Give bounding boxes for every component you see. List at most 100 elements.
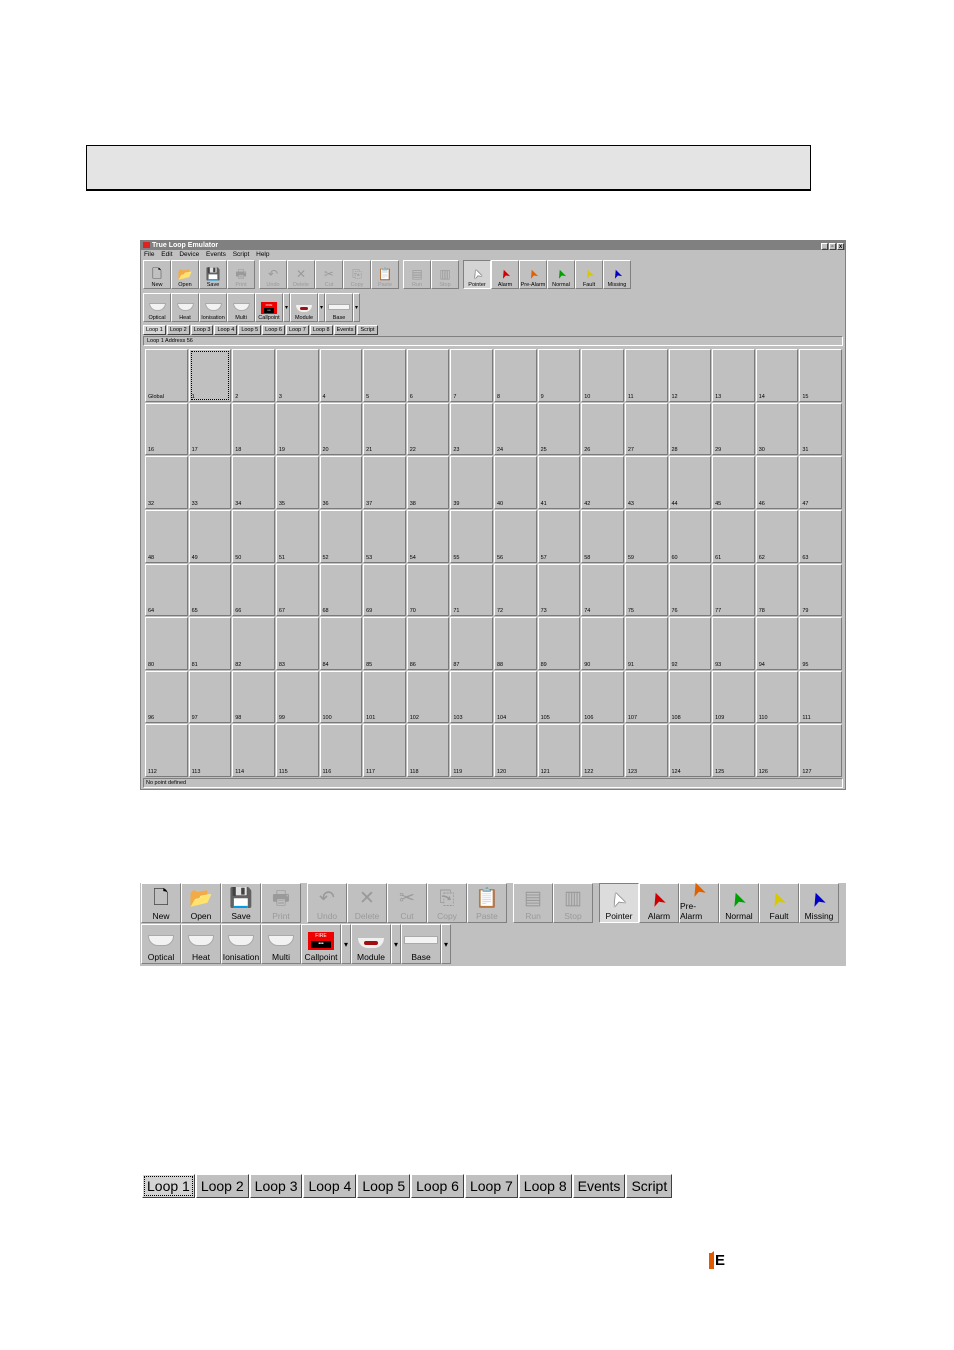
address-cell[interactable]: 25 [537, 402, 581, 456]
tab-loop-8[interactable]: Loop 8 [518, 1174, 572, 1198]
ionisation-button[interactable]: Ionisation [199, 293, 227, 322]
address-cell-global[interactable]: Global [145, 349, 188, 402]
address-cell[interactable]: 93 [712, 617, 755, 670]
address-cell[interactable]: 17 [188, 402, 232, 456]
tab-loop-1[interactable]: Loop 1 [143, 325, 166, 335]
stop-button[interactable]: ▥ Stop [553, 883, 593, 923]
base-button[interactable]: Base [401, 924, 441, 964]
tab-script[interactable]: Script [357, 325, 378, 335]
tab-events[interactable]: Events [572, 1174, 626, 1198]
address-cell[interactable]: 7 [450, 349, 493, 402]
address-cell[interactable]: 35 [275, 456, 319, 509]
optical-button[interactable]: Optical [143, 293, 171, 322]
address-cell[interactable]: 78 [755, 563, 799, 617]
address-cell[interactable]: 82 [232, 617, 275, 670]
address-cell[interactable]: 12 [668, 349, 712, 402]
address-cell[interactable]: 126 [755, 724, 799, 777]
close-button[interactable]: x [837, 243, 844, 250]
multi-button[interactable]: Multi [261, 924, 301, 964]
save-button[interactable]: 💾 Save [221, 883, 261, 923]
ionisation-button[interactable]: Ionisation [221, 924, 261, 964]
address-cell[interactable]: 9 [537, 349, 581, 402]
tab-loop-1[interactable]: Loop 1 [142, 1174, 195, 1198]
tab-loop-6[interactable]: Loop 6 [262, 325, 285, 335]
address-cell[interactable]: 70 [406, 563, 450, 617]
normal-button[interactable]: ➤ Normal [547, 260, 575, 289]
address-cell[interactable]: 38 [406, 456, 450, 509]
base-button[interactable]: Base [325, 293, 353, 322]
address-cell[interactable]: 94 [755, 617, 799, 670]
tab-loop-7[interactable]: Loop 7 [464, 1174, 518, 1198]
address-cell[interactable]: 115 [275, 724, 319, 777]
new-button[interactable]: 🗋 New [141, 883, 181, 923]
tab-loop-3[interactable]: Loop 3 [249, 1174, 303, 1198]
delete-button[interactable]: ✕ Delete [287, 260, 315, 289]
address-cell[interactable]: 108 [668, 670, 712, 724]
address-cell[interactable]: 32 [145, 456, 188, 509]
address-cell[interactable]: 109 [712, 670, 755, 724]
address-cell[interactable]: 46 [755, 456, 799, 509]
tab-loop-6[interactable]: Loop 6 [411, 1174, 464, 1198]
address-cell[interactable]: 95 [799, 617, 842, 670]
address-cell[interactable]: 123 [624, 724, 668, 777]
address-cell[interactable]: 52 [319, 509, 363, 563]
pointer-button[interactable]: ➤ Pointer [463, 260, 491, 289]
address-cell[interactable]: 74 [581, 563, 624, 617]
address-cell[interactable]: 124 [668, 724, 712, 777]
tab-loop-7[interactable]: Loop 7 [285, 325, 309, 335]
new-button[interactable]: 🗋 New [143, 260, 171, 289]
address-cell[interactable]: 118 [406, 724, 450, 777]
address-cell[interactable]: 53 [363, 509, 406, 563]
tab-loop-5[interactable]: Loop 5 [357, 1174, 411, 1198]
alarm-button[interactable]: ➤ Alarm [491, 260, 519, 289]
address-cell[interactable]: 86 [406, 617, 450, 670]
address-cell[interactable]: 31 [799, 402, 842, 456]
cut-button[interactable]: ✂ Cut [315, 260, 343, 289]
address-cell[interactable]: 107 [624, 670, 668, 724]
address-cell[interactable]: 45 [712, 456, 755, 509]
restore-button[interactable]: ▫ [829, 243, 836, 250]
address-cell[interactable]: 15 [799, 349, 842, 402]
print-button[interactable]: 🖶 Print [261, 883, 301, 923]
missing-button[interactable]: ➤ Missing [799, 883, 839, 923]
address-cell[interactable]: 73 [537, 563, 581, 617]
address-cell[interactable]: 59 [624, 509, 668, 563]
address-cell[interactable]: 98 [232, 670, 275, 724]
fault-button[interactable]: ➤ Fault [575, 260, 603, 289]
fault-button[interactable]: ➤ Fault [759, 883, 799, 923]
address-cell[interactable]: 58 [581, 509, 624, 563]
tab-loop-5[interactable]: Loop 5 [238, 325, 262, 335]
address-cell[interactable]: 63 [799, 509, 842, 563]
address-cell[interactable]: 117 [363, 724, 406, 777]
address-cell[interactable]: 43 [624, 456, 668, 509]
save-button[interactable]: 💾 Save [199, 260, 227, 289]
tab-loop-8[interactable]: Loop 8 [309, 325, 333, 335]
callpoint-dropdown-button[interactable]: ▾ [341, 924, 351, 964]
address-cell[interactable]: 88 [494, 617, 537, 670]
address-cell[interactable]: 56 [494, 509, 537, 563]
address-cell[interactable]: 51 [275, 509, 319, 563]
pre-alarm-button[interactable]: ➤ Pre-Alarm [519, 260, 547, 289]
address-cell[interactable]: 61 [712, 509, 755, 563]
cut-button[interactable]: ✂ Cut [387, 883, 427, 923]
address-cell[interactable]: 23 [450, 402, 493, 456]
address-cell[interactable]: 2 [232, 349, 275, 402]
paste-button[interactable]: 📋 Paste [467, 883, 507, 923]
heat-button[interactable]: Heat [181, 924, 221, 964]
callpoint-button[interactable]: FIRE ••• Callpoint [255, 293, 283, 322]
address-cell[interactable]: 101 [363, 670, 406, 724]
address-cell[interactable]: 27 [624, 402, 668, 456]
heat-button[interactable]: Heat [171, 293, 199, 322]
address-cell[interactable]: 103 [450, 670, 493, 724]
address-cell[interactable]: 89 [537, 617, 581, 670]
address-cell[interactable]: 75 [624, 563, 668, 617]
address-cell[interactable]: 91 [624, 617, 668, 670]
open-button[interactable]: 📂 Open [171, 260, 199, 289]
address-cell[interactable]: 120 [494, 724, 537, 777]
address-cell[interactable]: 121 [537, 724, 581, 777]
address-cell[interactable]: 30 [755, 402, 799, 456]
address-cell[interactable]: 28 [668, 402, 712, 456]
address-cell[interactable]: 113 [188, 724, 232, 777]
address-cell[interactable]: 55 [450, 509, 493, 563]
address-cell[interactable]: 36 [319, 456, 363, 509]
